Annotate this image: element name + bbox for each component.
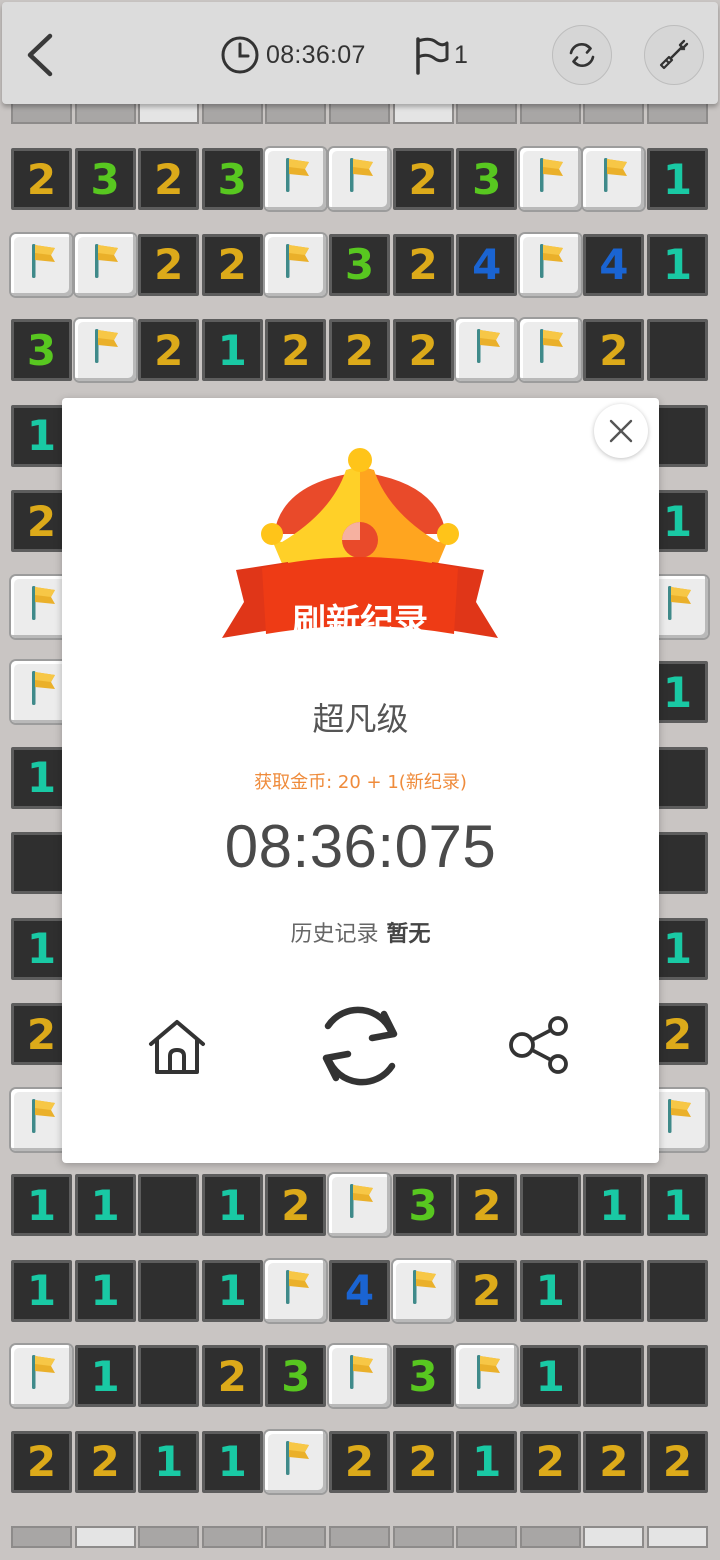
level-title: 超凡级 (312, 700, 409, 738)
history-record: 历史记录 暂无 (62, 916, 659, 948)
completion-time: 08:36:075 (224, 813, 497, 880)
home-icon (149, 1020, 205, 1074)
history-label: 历史记录 (290, 922, 379, 947)
coins-reward-text: 获取金币: 20 + 1(新纪录) (254, 772, 467, 793)
home-button[interactable] (138, 1010, 216, 1084)
share-button[interactable] (506, 1010, 572, 1080)
share-icon (509, 1016, 568, 1074)
new-record-dialog: 刷新纪录 超凡级 获取金币: 20 + 1(新纪录) 08:36:075 历史记… (62, 398, 659, 1163)
new-record-ribbon-text: 刷新纪录 (292, 602, 428, 642)
replay-button[interactable] (312, 998, 408, 1094)
history-value: 暂无 (386, 922, 431, 947)
close-button[interactable] (594, 404, 648, 458)
close-icon (609, 419, 633, 443)
dialog-overlay: 刷新纪录 超凡级 获取金币: 20 + 1(新纪录) 08:36:075 历史记… (0, 0, 720, 1560)
replay-icon (322, 1006, 398, 1086)
